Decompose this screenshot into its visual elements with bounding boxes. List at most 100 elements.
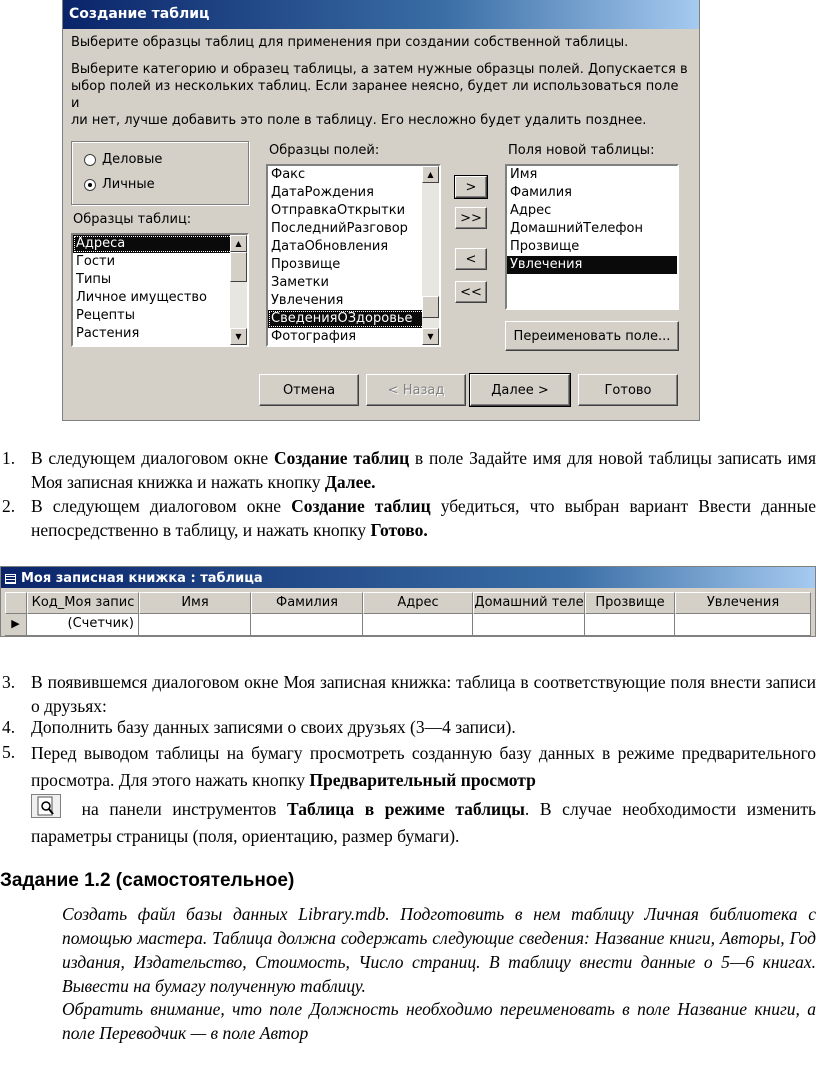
task-paragraph-1: Создать файл базы данных Library.mdb. По… xyxy=(62,904,816,996)
column-header[interactable]: Адрес xyxy=(363,592,473,614)
list-item[interactable]: Типы xyxy=(73,271,247,289)
table-cell[interactable]: (Счетчик) xyxy=(27,614,139,636)
row-marker-icon[interactable]: ▶ xyxy=(5,614,27,636)
step-text: Перед выводом таблицы на бумагу просмотр… xyxy=(31,740,816,850)
dialog-title: Создание таблиц xyxy=(63,0,699,29)
list-item[interactable]: Прозвище xyxy=(507,238,677,256)
step-number: 3. xyxy=(2,672,16,692)
list-item[interactable]: Заметки xyxy=(268,274,439,292)
sample-tables-label: Образцы таблиц: xyxy=(73,212,192,227)
step-number: 5. xyxy=(2,742,16,762)
list-item[interactable]: Адреса xyxy=(73,235,247,253)
table-cell[interactable] xyxy=(139,614,251,636)
column-header[interactable]: Имя xyxy=(139,592,251,614)
radio-personal[interactable]: Личные xyxy=(84,177,155,192)
new-fields-label: Поля новой таблицы: xyxy=(508,143,655,158)
list-item[interactable]: Рецепты xyxy=(73,307,247,325)
add-field-button[interactable]: > xyxy=(454,175,488,199)
fields-scrollbar[interactable]: ▲ ▼ xyxy=(422,166,439,345)
rename-field-button[interactable]: Переименовать поле... xyxy=(505,321,679,351)
print-preview-icon xyxy=(31,794,61,818)
scroll-thumb[interactable] xyxy=(230,252,247,282)
cancel-button[interactable]: Отмена xyxy=(259,374,359,406)
list-item[interactable]: Прозвище xyxy=(268,256,439,274)
step-text: В следующем диалоговом окне Создание таб… xyxy=(31,494,816,542)
dialog-subtitle: Выберите образцы таблиц для применения п… xyxy=(71,35,629,50)
column-header[interactable]: Фамилия xyxy=(251,592,363,614)
back-button[interactable]: < Назад xyxy=(366,374,466,406)
table-cell[interactable] xyxy=(473,614,585,636)
radio-personal-circle[interactable] xyxy=(84,178,96,191)
step-bold-part: Далее. xyxy=(324,472,376,492)
step-bold-part: Готово. xyxy=(370,520,428,540)
datasheet-window: Моя записная книжка : таблица Код_Моя за… xyxy=(0,566,816,637)
task-heading: Задание 1.2 (самостоятельное) xyxy=(0,870,295,891)
tables-scrollbar[interactable]: ▲ ▼ xyxy=(230,235,247,345)
list-item[interactable]: СведенияОЗдоровье xyxy=(268,310,439,328)
next-button[interactable]: Далее > xyxy=(469,373,571,407)
list-item[interactable]: ОтправкаОткрытки xyxy=(268,202,439,220)
list-item[interactable]: Увлечения xyxy=(268,292,439,310)
scroll-up-icon[interactable]: ▲ xyxy=(230,235,247,252)
step-1: 1. В следующем диалоговом окне Создание … xyxy=(0,446,816,494)
finish-button[interactable]: Готово xyxy=(578,374,678,406)
sample-fields-label: Образцы полей: xyxy=(269,143,380,158)
radio-business[interactable]: Деловые xyxy=(84,152,162,167)
step-number: 1. xyxy=(2,448,16,468)
list-item[interactable]: Гости xyxy=(73,253,247,271)
table-icon xyxy=(5,573,16,584)
table-cell[interactable] xyxy=(363,614,473,636)
radio-personal-label: Личные xyxy=(102,177,155,192)
table-cell[interactable] xyxy=(585,614,675,636)
step-3: 3. В появившемся диалоговом окне Моя зап… xyxy=(0,670,816,718)
scroll-down-icon[interactable]: ▼ xyxy=(422,328,439,345)
list-item[interactable]: Фамилия xyxy=(507,184,677,202)
step-text-part: на панели инструментов xyxy=(71,799,288,819)
list-item[interactable]: ПоследнийРазговор xyxy=(268,220,439,238)
radio-business-label: Деловые xyxy=(102,152,163,167)
list-item[interactable]: ДатаРождения xyxy=(268,184,439,202)
list-item[interactable]: Факс xyxy=(268,166,439,184)
scroll-thumb[interactable] xyxy=(422,296,439,318)
step-text: Дополнить базу данных записями о своих д… xyxy=(31,717,516,737)
dialog-description: Выберите категорию и образец таблицы, а … xyxy=(71,62,688,128)
new-fields-list[interactable]: Имя Фамилия Адрес ДомашнийТелефон Прозви… xyxy=(505,164,679,310)
table-cell[interactable] xyxy=(251,614,363,636)
column-header[interactable]: Код_Моя запис xyxy=(27,592,139,614)
datasheet-titlebar: Моя записная книжка : таблица xyxy=(1,567,815,588)
scroll-down-icon[interactable]: ▼ xyxy=(230,328,247,345)
column-header[interactable]: Прозвище xyxy=(585,592,675,614)
step-bold-part: Таблица в режиме таблицы xyxy=(287,799,525,819)
table-row: ▶ (Счетчик) xyxy=(5,614,811,636)
step-5: 5. Перед выводом таблицы на бумагу просм… xyxy=(0,740,816,850)
step-text-part: В следующем диалоговом окне xyxy=(31,496,292,516)
datasheet-header: Код_Моя запис Имя Фамилия Адрес Домашний… xyxy=(5,592,811,614)
scroll-up-icon[interactable]: ▲ xyxy=(422,166,439,183)
step-bold-part: Предварительный просмотр xyxy=(309,770,536,790)
row-selector-header[interactable] xyxy=(5,592,27,614)
datasheet-title: Моя записная книжка : таблица xyxy=(21,571,263,586)
column-header[interactable]: Домашний теле xyxy=(473,592,585,614)
sample-tables-list[interactable]: Адреса Гости Типы Личное имущество Рецеп… xyxy=(71,233,249,347)
task-paragraph-2: Обратить внимание, что поле Должность не… xyxy=(62,999,816,1043)
step-2: 2. В следующем диалоговом окне Создание … xyxy=(0,494,816,542)
step-text: В появившемся диалоговом окне Моя записн… xyxy=(31,672,816,716)
list-item[interactable]: Адрес xyxy=(507,202,677,220)
table-cell[interactable] xyxy=(675,614,811,636)
list-item[interactable]: Личное имущество xyxy=(73,289,247,307)
list-item[interactable]: ДомашнийТелефон xyxy=(507,220,677,238)
list-item[interactable]: Имя xyxy=(507,166,677,184)
step-bold-part: Создание таблиц xyxy=(291,496,431,516)
remove-field-button[interactable]: < xyxy=(455,248,487,270)
list-item[interactable]: ДатаОбновления xyxy=(268,238,439,256)
remove-all-fields-button[interactable]: << xyxy=(455,281,487,303)
step-4: 4. Дополнить базу данных записями о свои… xyxy=(0,715,816,739)
radio-business-circle[interactable] xyxy=(84,153,96,166)
list-item[interactable]: Увлечения xyxy=(507,256,677,274)
table-wizard-dialog: Создание таблиц Выберите образцы таблиц … xyxy=(62,0,700,421)
column-header[interactable]: Увлечения xyxy=(675,592,811,614)
sample-fields-list[interactable]: Факс ДатаРождения ОтправкаОткрытки После… xyxy=(266,164,441,347)
list-item[interactable]: Фотография xyxy=(268,328,439,345)
list-item[interactable]: Растения xyxy=(73,325,247,343)
add-all-fields-button[interactable]: >> xyxy=(455,207,487,229)
